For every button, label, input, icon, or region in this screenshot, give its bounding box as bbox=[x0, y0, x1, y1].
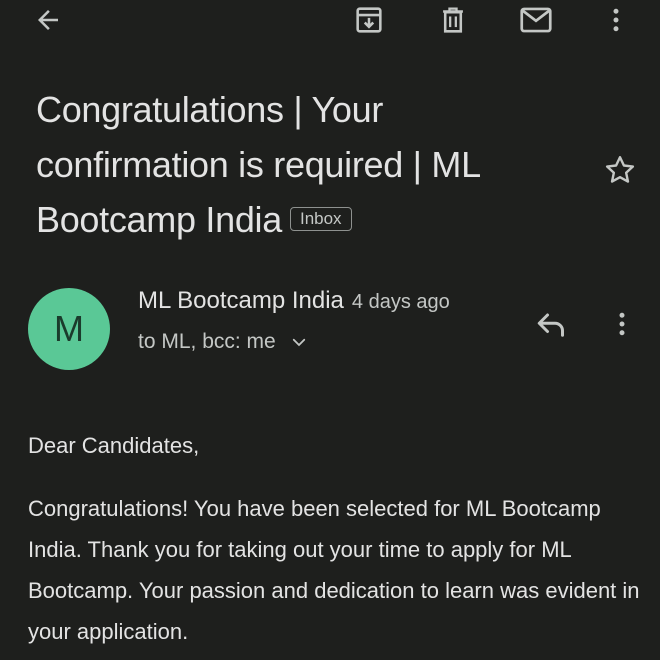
star-button[interactable] bbox=[598, 148, 642, 192]
delete-button[interactable] bbox=[431, 0, 475, 40]
back-button[interactable] bbox=[26, 0, 70, 40]
archive-button[interactable] bbox=[347, 0, 391, 40]
subject-text: Congratulations | Your confirmation is r… bbox=[36, 89, 480, 240]
body-paragraph: Congratulations! You have been selected … bbox=[28, 496, 640, 644]
body-greeting: Dear Candidates, bbox=[28, 433, 200, 458]
more-vert-icon bbox=[613, 8, 619, 32]
message-more-button[interactable] bbox=[600, 302, 644, 346]
arrow-back-icon bbox=[38, 10, 58, 30]
email-body: Dear Candidates, Congratulations! You ha… bbox=[28, 428, 643, 652]
sender-header: ML Bootcamp India 4 days ago bbox=[138, 287, 450, 315]
email-subject: Congratulations | Your confirmation is r… bbox=[36, 82, 576, 247]
reply-button[interactable] bbox=[528, 302, 576, 346]
mark-unread-button[interactable] bbox=[514, 0, 558, 40]
trash-icon bbox=[443, 7, 463, 33]
top-app-bar bbox=[0, 0, 660, 44]
more-vert-icon bbox=[619, 312, 625, 336]
reply-icon bbox=[537, 313, 564, 337]
chevron-down-icon bbox=[292, 338, 305, 347]
sender-name[interactable]: ML Bootcamp India bbox=[138, 287, 344, 314]
mail-icon bbox=[520, 7, 552, 33]
inbox-label-chip[interactable]: Inbox bbox=[289, 207, 352, 231]
recipients-toggle[interactable]: to ML, bcc: me bbox=[138, 330, 308, 354]
archive-icon bbox=[356, 7, 382, 33]
sender-avatar[interactable]: M bbox=[28, 288, 110, 370]
more-options-button[interactable] bbox=[594, 0, 638, 40]
email-timestamp: 4 days ago bbox=[351, 291, 450, 313]
recipients-text: to ML, bcc: me bbox=[138, 330, 276, 353]
star-outline-icon bbox=[605, 156, 635, 183]
